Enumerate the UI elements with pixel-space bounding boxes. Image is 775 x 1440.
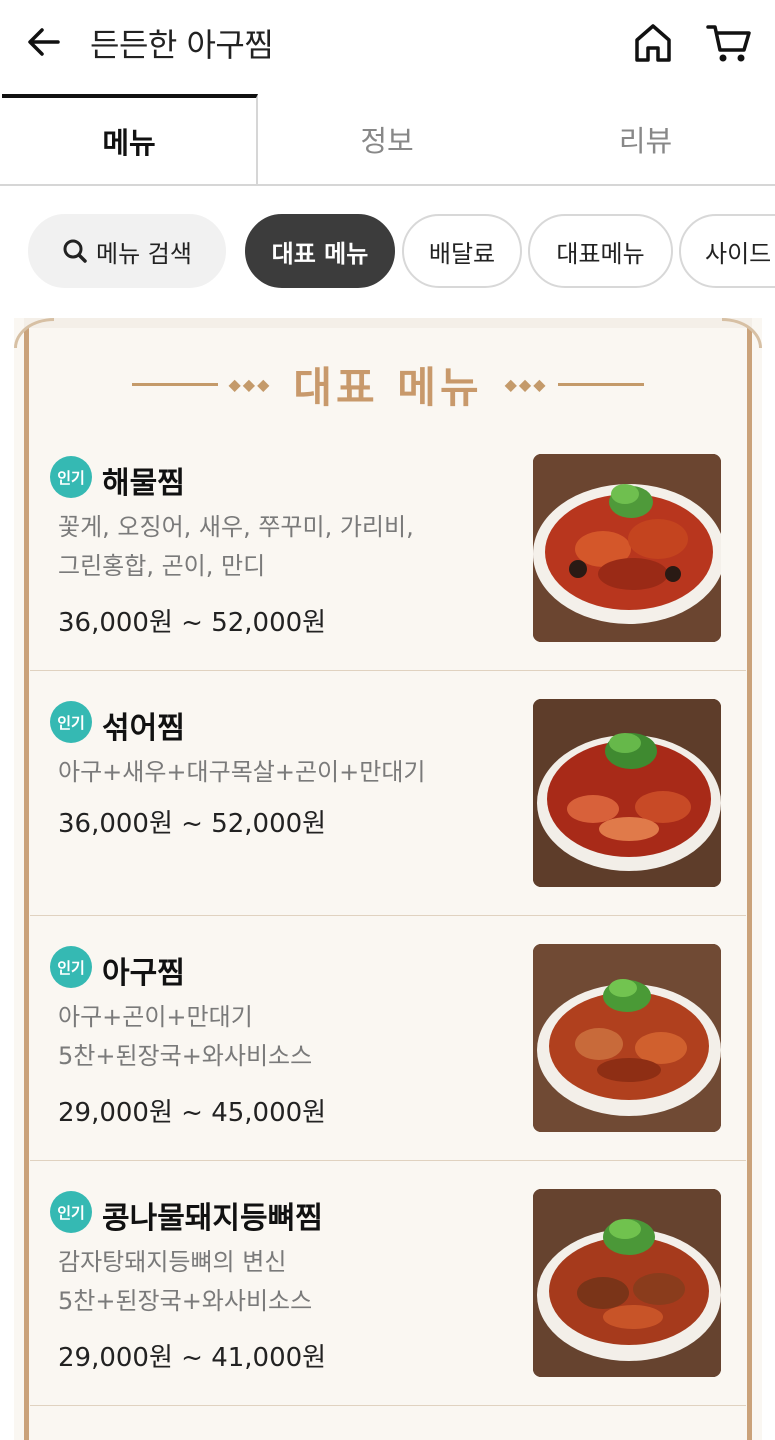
menu-item-name: 섞어찜 [102, 711, 185, 746]
store-title: 든든한 아구찜 [90, 26, 274, 64]
menu-item-desc: 그린홍합, 곤이, 만디 [58, 552, 266, 580]
menu-item-desc: 꽃게, 오징어, 새우, 쭈꾸미, 가리비, [58, 513, 414, 541]
menu-item-price: 36,000원 ~ 52,000원 [58, 608, 327, 638]
board-corner-ornament [14, 318, 54, 348]
ornament-diamonds: ◆◆◆ [504, 374, 548, 394]
app-header: 든든한 아구찜 [0, 0, 775, 90]
menu-item[interactable]: 인기 아구찜 아구+곤이+만대기 5찬+된장국+와사비소스 29,000원 ~ … [30, 916, 746, 1161]
chip-delivery-fee[interactable]: 배달료 [402, 214, 522, 288]
menu-item-photo[interactable] [533, 699, 721, 887]
menu-item-price: 36,000원 ~ 52,000원 [58, 809, 327, 839]
menu-item-photo[interactable] [533, 1189, 721, 1377]
menu-item-desc: 5찬+된장국+와사비소스 [58, 1042, 313, 1070]
tab-info[interactable]: 정보 [258, 94, 516, 184]
category-chip-bar: 메뉴 검색 대표 메뉴 배달료 대표메뉴 사이드 [0, 210, 775, 292]
menu-item-price: 29,000원 ~ 45,000원 [58, 1098, 327, 1128]
menu-item[interactable]: 인기 콩나물돼지등뼈찜 감자탕돼지등뼈의 변신 5찬+된장국+와사비소스 29,… [30, 1161, 746, 1406]
cart-icon[interactable] [704, 20, 754, 66]
tab-menu[interactable]: 메뉴 [2, 94, 258, 184]
popular-badge: 인기 [50, 946, 92, 988]
menu-item-name: 콩나물돼지등뼈찜 [102, 1201, 323, 1236]
popular-badge: 인기 [50, 701, 92, 743]
menu-item-photo[interactable] [533, 454, 721, 642]
ornament-diamonds: ◆◆◆ [228, 374, 272, 394]
home-icon[interactable] [630, 20, 676, 66]
menu-item-photo[interactable] [533, 944, 721, 1132]
menu-item[interactable]: 인기 해물찜 꽃게, 오징어, 새우, 쭈꾸미, 가리비, 그린홍합, 곤이, … [30, 426, 746, 671]
chip-side[interactable]: 사이드 [679, 214, 775, 288]
section-title: ◆◆◆ 대표 메뉴 ◆◆◆ [14, 354, 762, 414]
tab-bar: 메뉴 정보 리뷰 [0, 94, 775, 186]
menu-board: ◆◆◆ 대표 메뉴 ◆◆◆ 인기 해물찜 꽃게, 오징어, 새우, 쭈꾸미, 가… [14, 318, 762, 1440]
back-arrow-icon[interactable] [24, 22, 68, 62]
menu-item-desc: 아구+곤이+만대기 [58, 1003, 253, 1031]
ornament-line [557, 382, 644, 386]
tab-review[interactable]: 리뷰 [516, 94, 775, 184]
menu-item-name: 해물찜 [102, 466, 185, 501]
board-corner-ornament [722, 318, 762, 348]
section-title-text: 대표 메뉴 [293, 362, 483, 412]
menu-item-desc: 5찬+된장국+와사비소스 [58, 1287, 313, 1315]
menu-item-name: 아구찜 [102, 956, 185, 991]
chip-signature-menu-2[interactable]: 대표메뉴 [528, 214, 673, 288]
menu-item-price: 29,000원 ~ 41,000원 [58, 1343, 327, 1373]
menu-item-desc: 감자탕돼지등뼈의 변신 [58, 1248, 287, 1276]
ornament-line [132, 382, 219, 386]
search-icon [63, 239, 87, 263]
menu-search-button[interactable]: 메뉴 검색 [28, 214, 226, 288]
chip-signature-menu[interactable]: 대표 메뉴 [245, 214, 395, 288]
popular-badge: 인기 [50, 456, 92, 498]
menu-item-desc: 아구+새우+대구목살+곤이+만대기 [58, 758, 426, 786]
menu-item[interactable]: 인기 섞어찜 아구+새우+대구목살+곤이+만대기 36,000원 ~ 52,00… [30, 671, 746, 916]
popular-badge: 인기 [50, 1191, 92, 1233]
search-label: 메뉴 검색 [96, 239, 192, 268]
